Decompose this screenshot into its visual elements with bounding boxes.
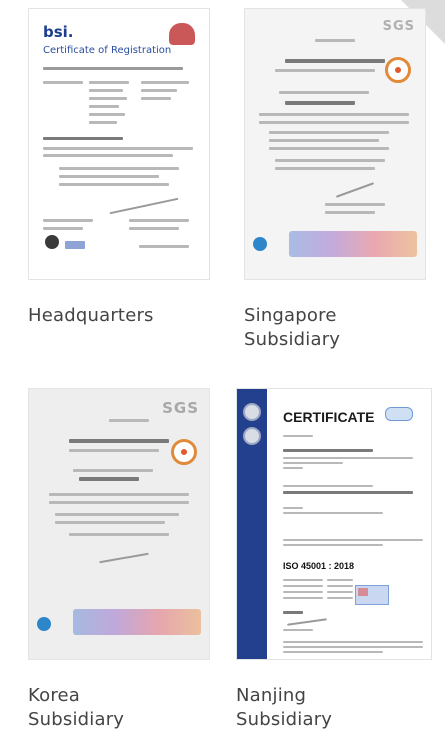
sgs-swoosh-graphic	[73, 609, 201, 635]
accreditation-mark-icon	[45, 235, 59, 249]
certificate-title: Certificate of Registration	[43, 45, 172, 56]
certificate-image-singapore[interactable]: SGS	[244, 8, 426, 280]
accreditation-stamp-icon	[355, 585, 389, 605]
certificate-label-nanjing: Nanjing Subsidiary	[236, 685, 333, 730]
certificate-image-nanjing[interactable]: CERTIFICATE ISO 45001 : 2018	[236, 388, 432, 660]
medal-icon	[243, 403, 261, 421]
certificate-title: CERTIFICATE	[283, 409, 375, 425]
certificate-label-singapore: Singapore Subsidiary	[244, 305, 341, 350]
sgs-globe-icon	[37, 617, 51, 631]
sgs-swoosh-graphic	[289, 231, 417, 257]
sgs-logo: SGS	[162, 399, 199, 417]
royal-crest-icon	[169, 23, 195, 45]
certificate-label-korea: Korea Subsidiary	[28, 685, 125, 730]
sgs-globe-icon	[253, 237, 267, 251]
accreditation-logo-icon	[385, 407, 413, 421]
sgs-logo: SGS	[382, 19, 415, 34]
standard-text: ISO 45001 : 2018	[283, 561, 355, 571]
certificate-image-headquarters[interactable]: bsi. Certificate of Registration	[28, 8, 210, 280]
certificate-image-korea[interactable]: SGS	[28, 388, 210, 660]
medal-icon	[243, 427, 261, 445]
bsi-logo: bsi.	[43, 23, 74, 41]
certificate-label-headquarters: Headquarters	[28, 305, 154, 326]
certification-seal-icon	[385, 57, 411, 83]
certification-seal-icon	[171, 439, 197, 465]
